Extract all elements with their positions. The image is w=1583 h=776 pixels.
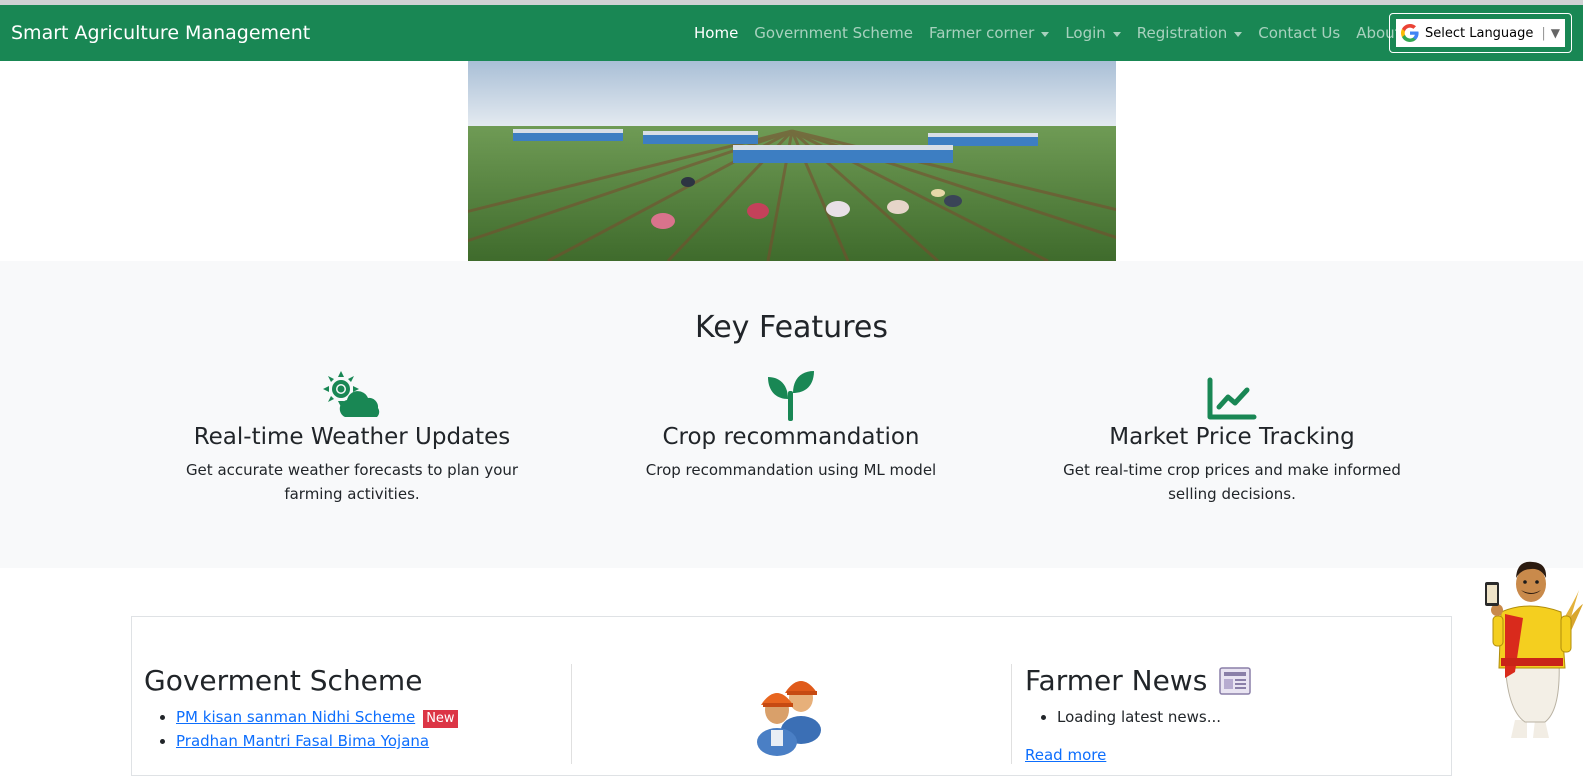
feature-weather-title: Real-time Weather Updates: [193, 424, 511, 450]
language-selector-frame: Select Language | ▼: [1389, 13, 1572, 53]
nav-contact-us[interactable]: Contact Us: [1258, 24, 1340, 42]
news-list: Loading latest news...: [1057, 705, 1441, 729]
farmer-mascot-image: [1475, 560, 1583, 744]
language-selector[interactable]: Select Language | ▼: [1396, 19, 1565, 47]
feature-market: Market Price Tracking Get real-time crop…: [1037, 369, 1427, 506]
key-features-title: Key Features: [695, 310, 888, 345]
government-scheme-column: Goverment Scheme PM kisan sanman Nidhi S…: [144, 664, 572, 764]
government-scheme-title: Goverment Scheme: [144, 664, 423, 697]
nav-government-scheme[interactable]: Government Scheme: [754, 24, 913, 42]
read-more-link[interactable]: Read more: [1025, 746, 1106, 764]
dropdown-arrow-icon: ▼: [1550, 26, 1561, 40]
hero-farm-image: [468, 61, 1116, 261]
feature-market-text: Get real-time crop prices and make infor…: [1063, 461, 1401, 503]
feature-crop-title: Crop recommandation: [662, 424, 920, 450]
newspaper-icon: [1219, 666, 1252, 695]
line-chart-icon: [1037, 369, 1427, 421]
brand-title[interactable]: Smart Agriculture Management: [11, 22, 310, 44]
scheme-link-pm-kisan[interactable]: PM kisan sanman Nidhi Scheme: [176, 708, 415, 726]
feature-weather: Real-time Weather Updates Get accurate w…: [157, 369, 547, 506]
nav-login-label: Login: [1065, 24, 1106, 42]
language-selector-label: Select Language: [1425, 25, 1534, 41]
nav-government-scheme-label: Government Scheme: [754, 24, 913, 42]
feature-weather-text: Get accurate weather forecasts to plan y…: [185, 461, 519, 503]
list-item: Pradhan Mantri Fasal Bima Yojana: [176, 729, 571, 753]
farmers-group-icon: [749, 668, 829, 762]
feature-crop: Crop recommandation Crop recommandation …: [596, 369, 986, 482]
scheme-list: PM kisan sanman Nidhi Scheme New Pradhan …: [176, 705, 571, 753]
nav-links: Home Government Scheme Farmer corner Log…: [694, 24, 1417, 42]
nav-contact-us-label: Contact Us: [1258, 24, 1341, 42]
farmer-news-heading: Farmer News: [1025, 664, 1441, 697]
nav-login[interactable]: Login: [1065, 24, 1121, 42]
nav-home[interactable]: Home: [694, 24, 738, 42]
nav-registration[interactable]: Registration: [1136, 24, 1243, 42]
chevron-down-icon: [1234, 31, 1243, 37]
nav-registration-label: Registration: [1136, 24, 1228, 42]
language-divider: |: [1541, 25, 1546, 41]
feature-market-title: Market Price Tracking: [1109, 424, 1355, 450]
list-item: Loading latest news...: [1057, 705, 1441, 729]
nav-farmer-corner-label: Farmer corner: [928, 24, 1035, 42]
key-features-section: Key Features Real-time Weather Updates G…: [0, 261, 1583, 568]
farmer-news-title: Farmer News: [1025, 664, 1208, 697]
nav-farmer-corner[interactable]: Farmer corner: [928, 24, 1050, 42]
farmer-news-column: Farmer News Loading latest news... Read …: [1011, 664, 1441, 764]
seedling-icon: [596, 369, 986, 421]
google-g-icon: [1401, 24, 1419, 42]
chevron-down-icon: [1041, 31, 1050, 37]
scheme-link-fasal-bima[interactable]: Pradhan Mantri Fasal Bima Yojana: [176, 732, 429, 750]
list-item: PM kisan sanman Nidhi Scheme New: [176, 705, 571, 729]
chevron-down-icon: [1112, 31, 1121, 37]
nav-home-label: Home: [694, 24, 739, 42]
feature-crop-text: Crop recommandation using ML model: [645, 461, 937, 479]
navbar: Smart Agriculture Management Home Govern…: [0, 5, 1583, 61]
new-badge: New: [423, 710, 458, 728]
sun-cloud-icon: [157, 369, 547, 421]
